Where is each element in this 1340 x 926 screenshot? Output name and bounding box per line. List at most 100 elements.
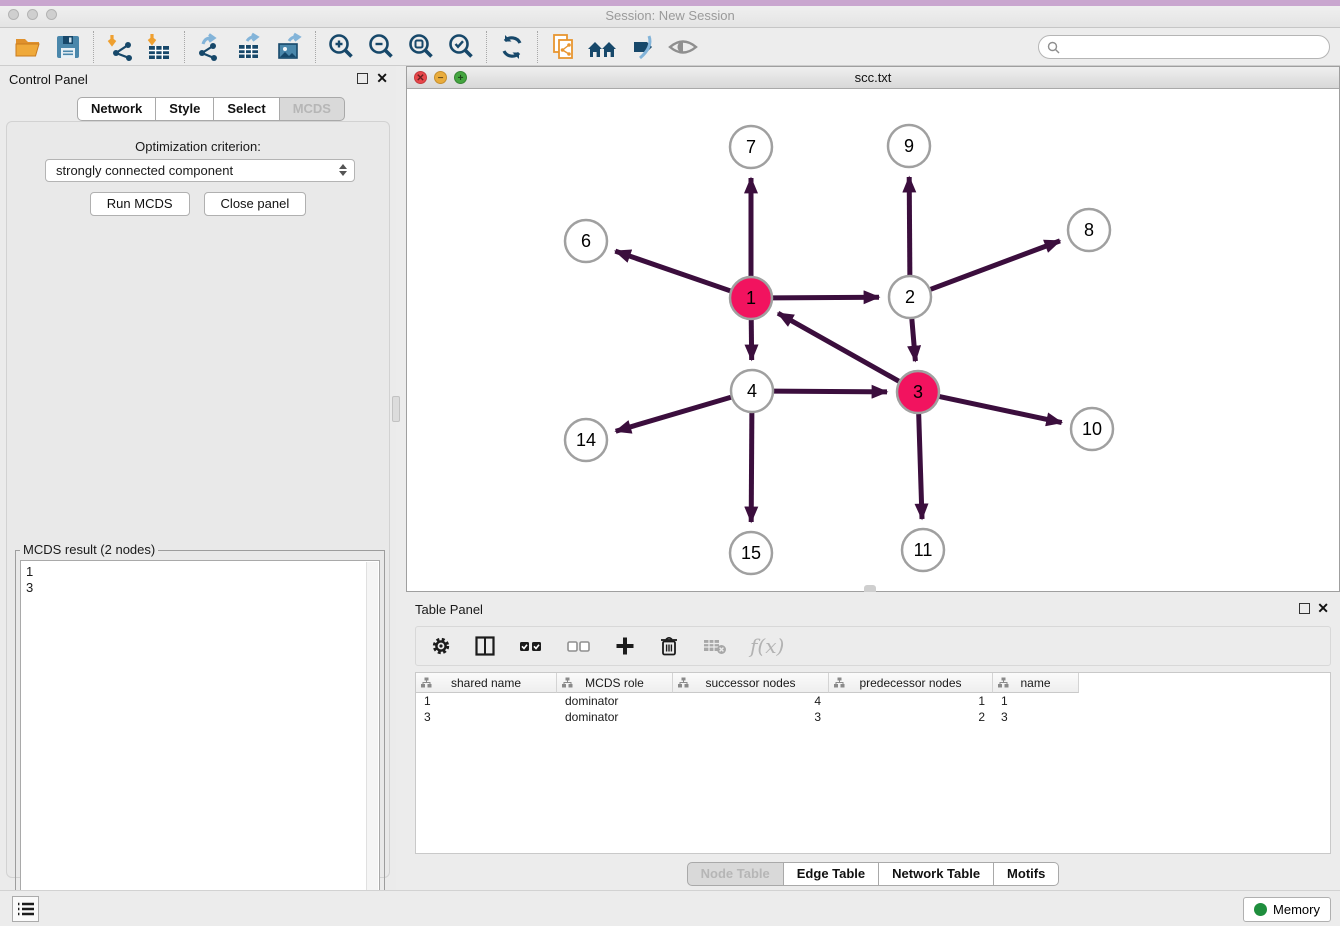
edge-4-14[interactable] [616, 397, 731, 431]
edge-4-3[interactable] [774, 391, 887, 392]
select-all-button[interactable] [518, 631, 544, 661]
toolbar-separator [184, 31, 185, 63]
zoom-in-button[interactable] [321, 30, 361, 64]
save-session-button[interactable] [48, 30, 88, 64]
edge-3-1[interactable] [778, 313, 899, 381]
table-row[interactable]: 1dominator411 [416, 693, 1330, 709]
memory-button[interactable]: Memory [1243, 897, 1331, 922]
table-panel-close-icon[interactable]: ✕ [1317, 600, 1329, 616]
table-cell[interactable]: 2 [829, 709, 993, 725]
task-history-button[interactable] [12, 896, 39, 922]
edge-1-6[interactable] [615, 251, 730, 291]
deselect-all-button[interactable] [566, 631, 592, 661]
table-cell[interactable]: 1 [993, 693, 1079, 709]
table-settings-button[interactable] [430, 631, 452, 661]
node-label: 2 [905, 287, 915, 307]
result-scrollbar[interactable] [366, 562, 378, 919]
search-box[interactable] [1038, 35, 1330, 59]
table-cell[interactable]: 1 [829, 693, 993, 709]
node-9[interactable]: 9 [888, 125, 930, 167]
table-cell[interactable]: 3 [993, 709, 1079, 725]
table-cell[interactable]: dominator [557, 709, 673, 725]
column-layout-button[interactable] [474, 631, 496, 661]
clone-network-button[interactable] [543, 30, 583, 64]
edge-2-8[interactable] [931, 241, 1060, 289]
home-button[interactable] [583, 30, 623, 64]
node-3[interactable]: 3 [897, 371, 939, 413]
edge-3-11[interactable] [919, 414, 922, 519]
edge-2-3[interactable] [912, 319, 916, 361]
export-table-button[interactable] [230, 30, 270, 64]
table-panel-float-icon[interactable] [1299, 603, 1310, 614]
tab-motifs[interactable]: Motifs [994, 862, 1059, 886]
edge-2-9[interactable] [909, 177, 910, 275]
node-label: 10 [1082, 419, 1102, 439]
search-input[interactable] [1065, 40, 1329, 54]
table-row[interactable]: 3dominator323 [416, 709, 1330, 725]
node-table[interactable]: shared nameMCDS rolesuccessor nodesprede… [415, 672, 1331, 854]
node-14[interactable]: 14 [565, 419, 607, 461]
open-session-button[interactable] [8, 30, 48, 64]
tab-edge-table[interactable]: Edge Table [784, 862, 879, 886]
delete-table-icon [702, 635, 728, 657]
column-header-shared-name[interactable]: shared name [416, 673, 557, 693]
panel-splitter-handle[interactable] [392, 396, 400, 422]
node-8[interactable]: 8 [1068, 209, 1110, 251]
node-4[interactable]: 4 [731, 370, 773, 412]
close-panel-button[interactable]: Close panel [204, 192, 307, 216]
zoom-out-icon [366, 32, 396, 62]
tab-node-table[interactable]: Node Table [687, 862, 784, 886]
node-11[interactable]: 11 [902, 529, 944, 571]
zoom-out-button[interactable] [361, 30, 401, 64]
column-header-successor-nodes[interactable]: successor nodes [673, 673, 829, 693]
refresh-view-button[interactable] [492, 30, 532, 64]
control-panel-close-icon[interactable]: ✕ [376, 70, 388, 86]
node-1[interactable]: 1 [730, 277, 772, 319]
table-cell[interactable]: 3 [416, 709, 557, 725]
function-builder-button[interactable]: f(x) [750, 634, 784, 658]
edge-3-10[interactable] [940, 397, 1062, 423]
table-cell[interactable]: 4 [673, 693, 829, 709]
show-graphics-button[interactable] [663, 30, 703, 64]
control-panel-title: Control Panel [9, 72, 88, 87]
delete-table-button[interactable] [702, 631, 728, 661]
import-network-button[interactable] [99, 30, 139, 64]
node-7[interactable]: 7 [730, 126, 772, 168]
node-2[interactable]: 2 [889, 276, 931, 318]
table-cell[interactable]: 3 [673, 709, 829, 725]
mcds-result-box[interactable]: 13 [20, 560, 380, 921]
node-10[interactable]: 10 [1071, 408, 1113, 450]
network-canvas[interactable]: 7 9 6 8 1 2 4 3 14 10 15 11 [407, 89, 1339, 591]
column-header-MCDS-role[interactable]: MCDS role [557, 673, 673, 693]
column-header-name[interactable]: name [993, 673, 1079, 693]
table-cell[interactable]: dominator [557, 693, 673, 709]
node-15[interactable]: 15 [730, 532, 772, 574]
tab-network[interactable]: Network [77, 97, 156, 121]
tab-network-table[interactable]: Network Table [879, 862, 994, 886]
network-graph[interactable]: 7 9 6 8 1 2 4 3 14 10 15 11 [407, 89, 1339, 591]
table-cell[interactable]: 1 [416, 693, 557, 709]
tab-style[interactable]: Style [156, 97, 214, 121]
zoom-fit-button[interactable] [401, 30, 441, 64]
edge-4-15[interactable] [751, 413, 752, 522]
add-column-icon [614, 635, 636, 657]
tab-mcds[interactable]: MCDS [280, 97, 345, 121]
run-mcds-button[interactable]: Run MCDS [90, 192, 190, 216]
export-network-button[interactable] [190, 30, 230, 64]
mcds-result-fieldset: MCDS result (2 nodes) 13 [15, 550, 385, 926]
mcds-result-line: 3 [26, 580, 379, 596]
export-image-button[interactable] [270, 30, 310, 64]
edge-1-2[interactable] [773, 297, 879, 298]
delete-column-button[interactable] [658, 631, 680, 661]
node-6[interactable]: 6 [565, 220, 607, 262]
tab-select[interactable]: Select [214, 97, 279, 121]
add-column-button[interactable] [614, 631, 636, 661]
hide-labels-button[interactable] [623, 30, 663, 64]
network-resize-handle[interactable] [864, 585, 876, 592]
control-panel-float-icon[interactable] [357, 73, 368, 84]
zoom-selected-button[interactable] [441, 30, 481, 64]
column-header-predecessor-nodes[interactable]: predecessor nodes [829, 673, 993, 693]
import-table-button[interactable] [139, 30, 179, 64]
zoom-selected-icon [446, 32, 476, 62]
criterion-select[interactable]: strongly connected component [45, 159, 355, 182]
